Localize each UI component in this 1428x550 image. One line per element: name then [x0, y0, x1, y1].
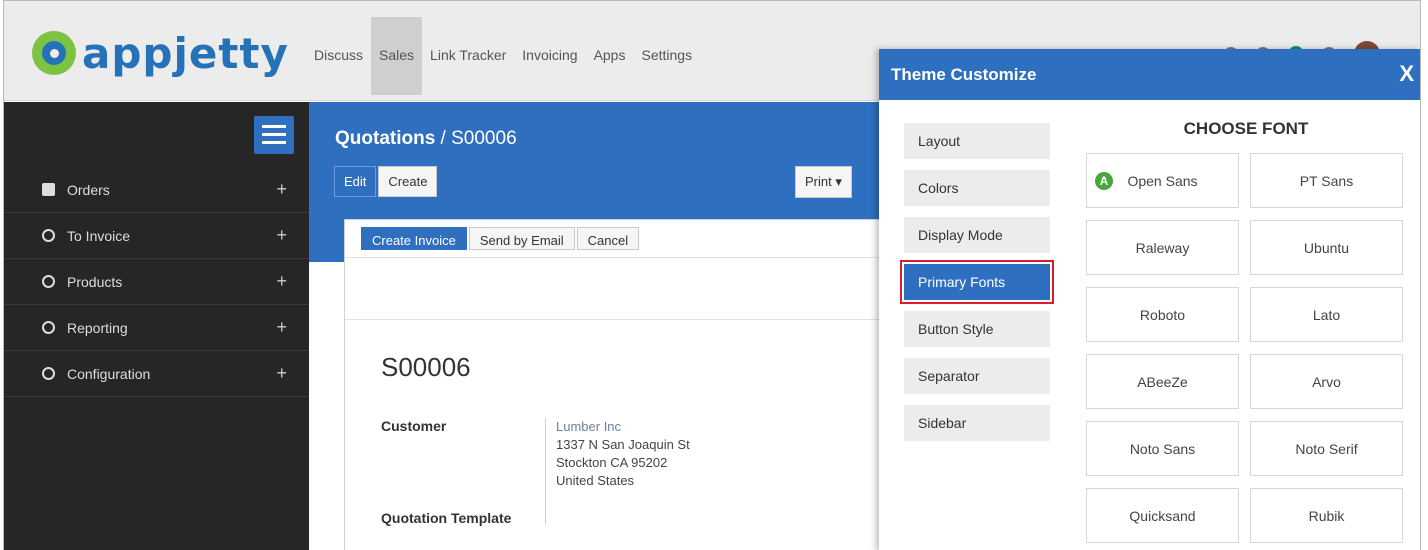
orders-icon — [42, 183, 55, 196]
circle-icon — [42, 321, 55, 334]
font-option-label: Rubik — [1308, 507, 1345, 524]
theme-customize-panel: Theme Customize X Layout Colors Display … — [879, 49, 1420, 550]
print-dropdown[interactable]: Print ▾ — [795, 166, 852, 198]
menu-item-primary-fonts[interactable]: Primary Fonts — [900, 260, 1054, 304]
font-option-label: Roboto — [1139, 306, 1186, 323]
font-option-label: Ubuntu — [1303, 239, 1350, 256]
selected-badge-icon: A — [1095, 172, 1113, 190]
top-menu-apps[interactable]: Apps — [586, 17, 634, 95]
sidebar-item-label: Reporting — [67, 319, 128, 336]
app-window: appjetty Discuss Sales Link Tracker Invo… — [3, 0, 1421, 550]
font-option-lato[interactable]: Lato — [1250, 287, 1403, 342]
button-box — [345, 258, 903, 320]
font-option-noto-serif[interactable]: Noto Serif — [1250, 421, 1403, 476]
top-menu-invoicing[interactable]: Invoicing — [514, 17, 585, 95]
font-option-label: PT Sans — [1299, 172, 1354, 189]
form-actions: Edit Create — [334, 166, 439, 197]
expand-icon[interactable]: + — [276, 271, 287, 292]
font-option-label: Noto Serif — [1295, 440, 1358, 457]
sidebar-item-configuration[interactable]: Configuration + — [4, 351, 309, 397]
menu-item-button-style[interactable]: Button Style — [904, 311, 1050, 347]
top-menu-link-tracker[interactable]: Link Tracker — [422, 17, 514, 95]
font-option-label: Lato — [1312, 306, 1341, 323]
breadcrumb-record: S00006 — [451, 128, 517, 149]
font-option-label: Arvo — [1312, 373, 1341, 390]
sidebar-item-orders[interactable]: Orders + — [4, 167, 309, 213]
font-heading: CHOOSE FONT — [1183, 119, 1309, 138]
sidebar-list: Orders + To Invoice + Products + Reporti… — [4, 167, 309, 397]
sidebar-item-label: Products — [67, 273, 123, 290]
panel-header: Theme Customize X — [879, 49, 1420, 100]
breadcrumb-separator: / — [435, 128, 452, 149]
quotation-template-label: Quotation Template — [381, 510, 512, 526]
font-option-noto-sans[interactable]: Noto Sans — [1086, 421, 1239, 476]
font-option-roboto[interactable]: Roboto — [1086, 287, 1239, 342]
font-option-arvo[interactable]: Arvo — [1250, 354, 1403, 409]
menu-item-layout[interactable]: Layout — [904, 123, 1050, 159]
address-line: United States — [556, 473, 635, 488]
top-menu-sales[interactable]: Sales — [371, 17, 423, 95]
font-option-open-sans[interactable]: A Open Sans — [1086, 153, 1239, 208]
customer-field: Lumber Inc 1337 N San Joaquin St Stockto… — [545, 418, 690, 524]
font-option-quicksand[interactable]: Quicksand — [1086, 488, 1239, 543]
font-option-label: Quicksand — [1129, 507, 1196, 524]
font-option-abeeze[interactable]: ABeeZe — [1086, 354, 1239, 409]
font-grid: A Open Sans PT Sans Raleway Ubuntu Robot… — [1086, 153, 1406, 543]
font-option-raleway[interactable]: Raleway — [1086, 220, 1239, 275]
font-chooser: CHOOSE FONT A Open Sans PT Sans Raleway … — [1086, 119, 1406, 543]
circle-icon — [42, 229, 55, 242]
font-option-label: Noto Sans — [1129, 440, 1196, 457]
logo-mark-icon — [32, 31, 76, 75]
font-option-ubuntu[interactable]: Ubuntu — [1250, 220, 1403, 275]
breadcrumb-section[interactable]: Quotations — [335, 128, 435, 149]
create-invoice-button[interactable]: Create Invoice — [361, 227, 467, 250]
font-option-rubik[interactable]: Rubik — [1250, 488, 1403, 543]
circle-icon — [42, 367, 55, 380]
create-button[interactable]: Create — [378, 166, 438, 197]
sidebar-item-label: Orders — [67, 181, 110, 198]
record-title: S00006 — [381, 352, 471, 382]
customer-label: Customer — [381, 418, 447, 434]
customer-link[interactable]: Lumber Inc — [556, 418, 690, 436]
logo-text: appjetty — [82, 28, 289, 78]
close-icon[interactable]: X — [1399, 61, 1414, 87]
top-menu: Discuss Sales Link Tracker Invoicing App… — [306, 17, 700, 95]
form-sheet: Create Invoice Send by Email Cancel S000… — [344, 219, 904, 550]
cancel-button[interactable]: Cancel — [576, 227, 640, 250]
sidebar-item-to-invoice[interactable]: To Invoice + — [4, 213, 309, 259]
brand-logo[interactable]: appjetty — [32, 23, 289, 83]
font-option-label: Raleway — [1135, 239, 1190, 256]
sidebar-item-label: To Invoice — [67, 227, 131, 244]
circle-icon — [42, 275, 55, 288]
top-menu-settings[interactable]: Settings — [633, 17, 700, 95]
edit-button[interactable]: Edit — [334, 166, 377, 197]
panel-title: Theme Customize — [891, 64, 1037, 84]
menu-item-colors[interactable]: Colors — [904, 170, 1050, 206]
sidebar: Orders + To Invoice + Products + Reporti… — [4, 102, 309, 550]
address-line: 1337 N San Joaquin St — [556, 437, 690, 452]
menu-item-sidebar[interactable]: Sidebar — [904, 405, 1050, 441]
expand-icon[interactable]: + — [276, 317, 287, 338]
expand-icon[interactable]: + — [276, 363, 287, 384]
breadcrumb: Quotations / S00006 — [335, 128, 517, 150]
sidebar-item-reporting[interactable]: Reporting + — [4, 305, 309, 351]
font-option-pt-sans[interactable]: PT Sans — [1250, 153, 1403, 208]
status-bar: Create Invoice Send by Email Cancel — [345, 220, 903, 258]
send-by-email-button[interactable]: Send by Email — [468, 227, 575, 250]
expand-icon[interactable]: + — [276, 179, 287, 200]
sidebar-item-products[interactable]: Products + — [4, 259, 309, 305]
font-option-label: ABeeZe — [1137, 373, 1188, 390]
menu-item-separator[interactable]: Separator — [904, 358, 1050, 394]
address-line: Stockton CA 95202 — [556, 455, 668, 470]
font-option-label: Open Sans — [1127, 172, 1198, 189]
expand-icon[interactable]: + — [276, 225, 287, 246]
hamburger-menu-icon[interactable] — [254, 116, 294, 154]
sidebar-item-label: Configuration — [67, 365, 151, 382]
menu-item-display-mode[interactable]: Display Mode — [904, 217, 1050, 253]
top-menu-discuss[interactable]: Discuss — [306, 17, 371, 95]
customize-menu: Layout Colors Display Mode Primary Fonts… — [900, 123, 1054, 452]
